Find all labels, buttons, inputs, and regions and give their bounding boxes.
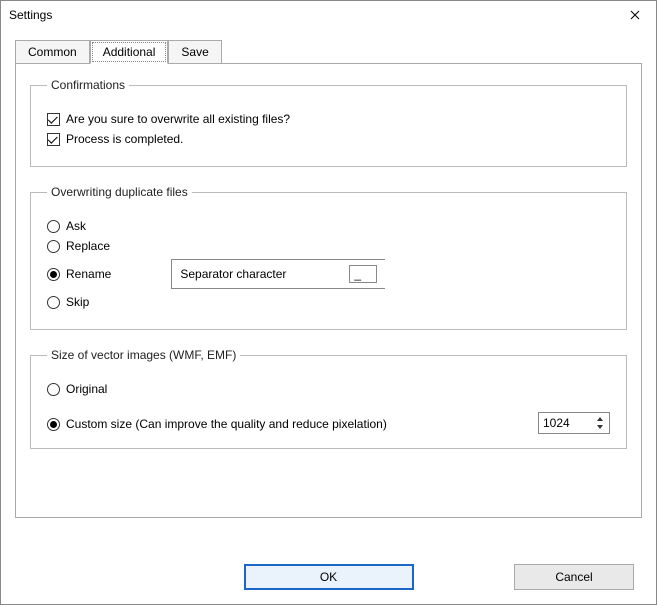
separator-group: Separator character — [171, 259, 385, 289]
label-custom[interactable]: Custom size (Can improve the quality and… — [66, 417, 387, 431]
label-ask[interactable]: Ask — [66, 219, 86, 233]
label-completed[interactable]: Process is completed. — [66, 132, 183, 146]
label-skip[interactable]: Skip — [66, 295, 89, 309]
custom-size-value: 1024 — [543, 416, 570, 430]
tab-save[interactable]: Save — [168, 40, 221, 63]
label-rename[interactable]: Rename — [66, 267, 111, 281]
tab-page-additional: Confirmations Are you sure to overwrite … — [15, 63, 642, 518]
cancel-button[interactable]: Cancel — [514, 564, 634, 590]
custom-size-input[interactable]: 1024 — [538, 412, 610, 434]
checkbox-completed[interactable] — [47, 133, 60, 146]
close-button[interactable] — [620, 3, 650, 27]
client-area: Common Additional Save Confirmations Are… — [1, 29, 656, 532]
radio-skip[interactable] — [47, 296, 60, 309]
group-confirmations: Confirmations Are you sure to overwrite … — [30, 78, 627, 167]
label-separator: Separator character — [180, 267, 286, 281]
group-vector-size: Size of vector images (WMF, EMF) Origina… — [30, 348, 627, 449]
separator-input[interactable] — [349, 265, 377, 283]
legend-overwriting: Overwriting duplicate files — [47, 185, 192, 199]
legend-confirmations: Confirmations — [47, 78, 129, 92]
radio-custom[interactable] — [47, 418, 60, 431]
tab-additional[interactable]: Additional — [90, 40, 169, 64]
titlebar: Settings — [1, 1, 656, 29]
window-title: Settings — [9, 8, 52, 22]
legend-vector: Size of vector images (WMF, EMF) — [47, 348, 240, 362]
label-replace[interactable]: Replace — [66, 239, 110, 253]
tab-strip: Common Additional Save — [15, 39, 642, 63]
radio-original[interactable] — [47, 383, 60, 396]
label-overwrite[interactable]: Are you sure to overwrite all existing f… — [66, 112, 290, 126]
close-icon — [630, 10, 640, 20]
checkbox-overwrite[interactable] — [47, 113, 60, 126]
label-original[interactable]: Original — [66, 382, 107, 396]
radio-rename[interactable] — [47, 268, 60, 281]
ok-button[interactable]: OK — [244, 564, 414, 590]
radio-replace[interactable] — [47, 240, 60, 253]
group-overwriting: Overwriting duplicate files Ask Replace … — [30, 185, 627, 330]
tab-common[interactable]: Common — [15, 40, 90, 63]
spinner-icon[interactable] — [593, 416, 607, 430]
radio-ask[interactable] — [47, 220, 60, 233]
